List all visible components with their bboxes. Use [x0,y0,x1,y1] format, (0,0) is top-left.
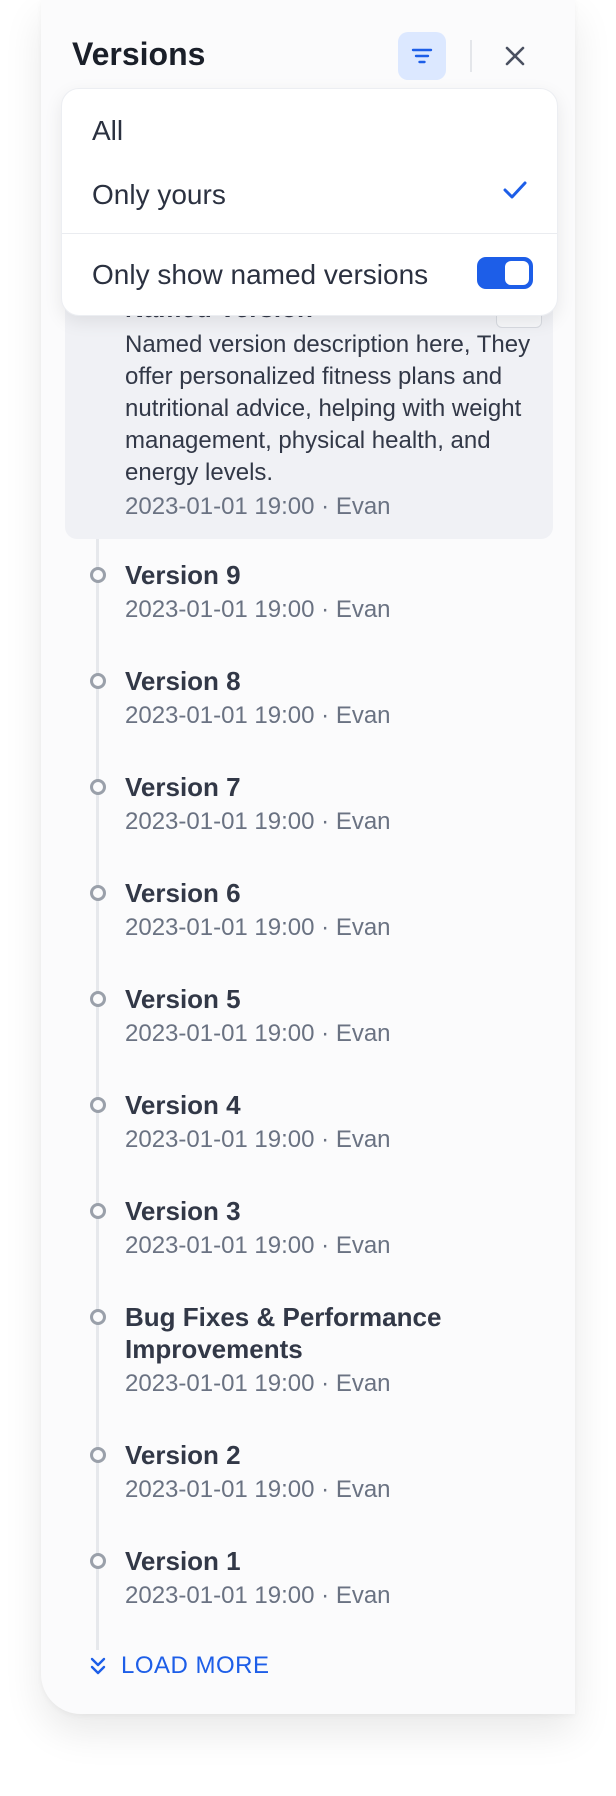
version-title: Version 6 [125,878,241,908]
version-title: Version 8 [125,666,241,696]
filter-dropdown: All Only yours Only show named versions [61,88,558,316]
named-versions-toggle[interactable] [477,257,533,289]
timeline-dot [90,1309,106,1325]
timeline-dot [90,567,106,583]
version-meta: 2023-01-01 19:00 · Evan [125,1476,391,1503]
version-title: Version 2 [125,1440,241,1470]
version-title: Version 1 [125,1546,241,1576]
timeline-dot [90,673,106,689]
check-icon [503,181,527,199]
version-title: Version 9 [125,560,241,590]
version-meta: 2023-01-01 19:00 · Evan [125,1582,391,1609]
timeline-dot [90,1203,106,1219]
dropdown-divider [62,233,557,234]
version-meta: 2023-01-01 19:00 · Evan [125,1126,391,1153]
version-title: Version 7 [125,772,241,802]
filter-option-all[interactable]: All [92,115,123,147]
version-title: Version 4 [125,1090,241,1120]
named-version-description: Named version description here, They off… [125,331,531,486]
version-meta: 2023-01-01 19:00 · Evan [125,1232,391,1259]
named-versions-toggle-label: Only show named versions [92,259,429,290]
filter-button[interactable] [398,32,446,80]
named-version-meta: 2023-01-01 19:00 · Evan [125,493,391,520]
version-meta: 2023-01-01 19:00 · Evan [125,1020,391,1047]
filter-icon [411,48,433,64]
close-icon [505,46,525,66]
header-divider [470,40,472,72]
chevrons-down-icon [90,1657,106,1675]
panel-title: Versions [72,36,206,72]
timeline-dot [90,1553,106,1569]
version-meta: 2023-01-01 19:00 · Evan [125,596,391,623]
version-title: Bug Fixes & Performance Improvements [125,1302,442,1364]
version-title: Version 3 [125,1196,241,1226]
close-button[interactable] [497,38,533,74]
version-meta: 2023-01-01 19:00 · Evan [125,702,391,729]
timeline-dot [90,1447,106,1463]
version-meta: 2023-01-01 19:00 · Evan [125,808,391,835]
timeline-dot [90,779,106,795]
version-meta: 2023-01-01 19:00 · Evan [125,914,391,941]
timeline-dot [90,991,106,1007]
toggle-knob [505,261,529,285]
timeline-dot [90,1097,106,1113]
version-meta: 2023-01-01 19:00 · Evan [125,1370,391,1397]
load-more-label: LOAD MORE [121,1652,270,1679]
filter-option-only-yours[interactable]: Only yours [92,179,226,211]
load-more-button[interactable]: LOAD MORE [89,1652,270,1680]
timeline-dot [90,885,106,901]
version-title: Version 5 [125,984,241,1014]
